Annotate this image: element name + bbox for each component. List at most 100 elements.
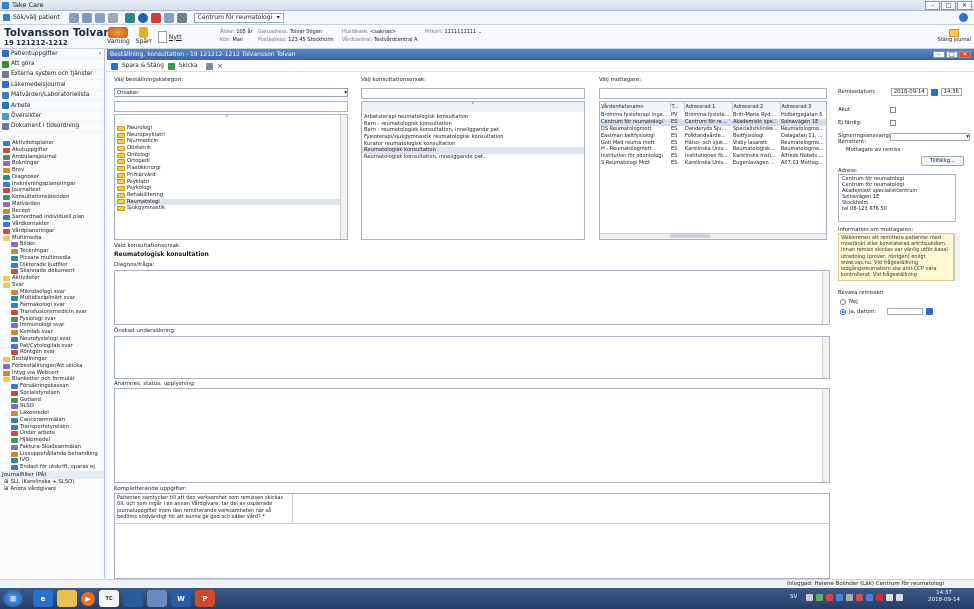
- tree-item[interactable]: Picsara multimedia: [3, 255, 104, 262]
- tree-item[interactable]: Socialstyrelsen: [3, 390, 104, 397]
- printer-icon[interactable]: [176, 12, 187, 23]
- tree-item[interactable]: Skannade dokument: [3, 268, 104, 275]
- tree-item[interactable]: Teckningar: [3, 248, 104, 255]
- tree-item[interactable]: Bokningar: [3, 160, 104, 167]
- tree-item[interactable]: Aktiviteter: [3, 275, 104, 282]
- category-folder[interactable]: Njurmedicin: [115, 138, 347, 145]
- category-folder[interactable]: Psykologi: [115, 185, 347, 192]
- info-scrollbar[interactable]: [954, 233, 960, 281]
- tree-item[interactable]: Livsuppehållande behandling: [3, 451, 104, 458]
- close-window-button[interactable]: ✕: [957, 1, 972, 10]
- sidebar-item[interactable]: Patientuppgifter ‹: [0, 49, 104, 60]
- tree-item[interactable]: Svar: [3, 282, 104, 289]
- category-folder[interactable]: Ortopedi: [115, 158, 347, 165]
- reason-item[interactable]: Arbetsterapi reumatologisk konsultation: [362, 114, 584, 121]
- tree-item[interactable]: Beställningar: [3, 356, 104, 363]
- tree-item[interactable]: Fysiologi svar: [3, 316, 104, 323]
- tray-icon[interactable]: [836, 594, 843, 601]
- clock[interactable]: 14:37 2018-09-14: [928, 590, 960, 604]
- takecare-icon[interactable]: TC: [99, 590, 119, 607]
- tree-item[interactable]: Läkemedel: [3, 410, 104, 417]
- category-folder[interactable]: Reumatologi: [115, 198, 347, 206]
- sidebar-item[interactable]: Dokument i tidsordning: [0, 122, 104, 133]
- expand-icon[interactable]: ⊞: [4, 486, 8, 493]
- reason-item[interactable]: Kurator reumatologisk konsultation: [362, 141, 584, 148]
- reason-filter-input[interactable]: [361, 88, 585, 99]
- warning-button[interactable]: Varning: [107, 27, 130, 45]
- category-folder[interactable]: Onkologi: [115, 152, 347, 159]
- table-row[interactable]: Eastman beltfysiologi ES Folktandvårde... B…: [600, 132, 826, 139]
- remiss-date-field[interactable]: 2018-09-14: [890, 88, 928, 96]
- category-folder[interactable]: Rehabilitering: [115, 192, 347, 199]
- no-radio[interactable]: [840, 299, 846, 305]
- refresh-icon[interactable]: [150, 12, 161, 23]
- form-minimize-button[interactable]: –: [933, 51, 945, 58]
- close-icon[interactable]: [107, 12, 118, 23]
- tray-icon[interactable]: [886, 594, 893, 601]
- tree-item[interactable]: Aktivitetsplaner: [3, 140, 104, 147]
- temporary-button[interactable]: Tillfällig...: [920, 156, 964, 166]
- tree-item[interactable]: Insknivningsplaneringar: [3, 181, 104, 188]
- tree-item[interactable]: Röntgen svar: [3, 349, 104, 356]
- tree-item[interactable]: Under arbete: [3, 430, 104, 437]
- column-header[interactable]: Adressrad 3: [780, 102, 826, 112]
- tree-item[interactable]: Neurofysiologi svar: [3, 336, 104, 343]
- column-header[interactable]: Vårdenhetsnamn: [600, 102, 671, 112]
- tree-item[interactable]: Vårdkontakter: [3, 221, 104, 228]
- tray-icon[interactable]: [856, 594, 863, 601]
- tree-item[interactable]: Farmakologi svar: [3, 302, 104, 309]
- tree-item[interactable]: Pat/Cytologilab svar: [3, 343, 104, 350]
- table-row[interactable]: Bromma fysioterapi Inga... PV Bromma fysio…: [600, 112, 826, 119]
- context-select[interactable]: Centrum för reumatologi ▾: [193, 12, 284, 23]
- recipient-hscrollbar[interactable]: [600, 233, 826, 239]
- tree-item[interactable]: IVO: [3, 457, 104, 464]
- tray-icon[interactable]: [816, 594, 823, 601]
- tree-item[interactable]: Bilder: [3, 241, 104, 248]
- word-icon[interactable]: W: [171, 590, 191, 607]
- tree-item[interactable]: Transfusionsmedicin svar: [3, 309, 104, 316]
- tree-item[interactable]: Mätvärden: [3, 201, 104, 208]
- tree-item[interactable]: Blanketter och formulär: [3, 376, 104, 383]
- category-folder[interactable]: Sjukgymnastik: [115, 205, 347, 212]
- minimize-button[interactable]: –: [925, 1, 940, 10]
- tree-item[interactable]: Cancerannmälan: [3, 417, 104, 424]
- tray-icon[interactable]: [806, 594, 813, 601]
- requested-exam-textarea[interactable]: [114, 336, 830, 379]
- diagnosis-textarea[interactable]: [114, 270, 830, 325]
- tree-item[interactable]: Intyg via Webcert: [3, 370, 104, 377]
- tree-item[interactable]: Brev: [3, 167, 104, 174]
- language-indicator[interactable]: SV: [790, 594, 797, 600]
- collapse-icon[interactable]: ‹: [99, 51, 101, 57]
- expand-icon[interactable]: ⊞: [4, 479, 8, 486]
- tray-icon[interactable]: [826, 594, 833, 601]
- tree-item[interactable]: Transportstyrelsen: [3, 424, 104, 431]
- volume-icon[interactable]: [896, 594, 903, 601]
- consent-answer-field[interactable]: [293, 494, 829, 524]
- start-button[interactable]: ⊞: [3, 590, 23, 607]
- journal-item[interactable]: ⊞ SLL (Karolinska + SLSO): [4, 479, 104, 486]
- category-folder[interactable]: Psykiatri: [115, 179, 347, 186]
- tree-item[interactable]: Kemlab svar: [3, 329, 104, 336]
- sidebar-item[interactable]: Arbete: [0, 101, 104, 112]
- spar-button[interactable]: Spärr: [136, 27, 152, 45]
- journal-filter[interactable]: Journalfilter (På): [0, 470, 104, 479]
- reason-item[interactable]: Barn - reumatologisk konsultation: [362, 121, 584, 128]
- tray-icon[interactable]: [866, 594, 873, 601]
- table-row[interactable]: Institution för odontologi ES Institutione…: [600, 153, 826, 160]
- calendar-icon[interactable]: [926, 308, 934, 315]
- tree-item[interactable]: Immunologi svar: [3, 322, 104, 329]
- tree-item[interactable]: Vårdplaneringar: [3, 228, 104, 235]
- reason-item[interactable]: Fysioterapi/sjukgymnastik reumatologisk …: [362, 134, 584, 141]
- anamnesis-textarea[interactable]: [114, 388, 830, 483]
- tree-item[interactable]: Recept: [3, 208, 104, 215]
- recipient-filter-input[interactable]: [599, 88, 827, 99]
- app-icon-3[interactable]: [147, 590, 167, 607]
- grid-icon[interactable]: [68, 12, 79, 23]
- calendar-icon[interactable]: [930, 88, 938, 96]
- table-row[interactable]: DS Reumatologmott ES Danderyds Sju... Speci…: [600, 126, 826, 133]
- tree-item[interactable]: Förbeställningar/Att skicka: [3, 363, 104, 370]
- remiss-time-field[interactable]: 14:36: [940, 88, 962, 96]
- table-row[interactable]: Centrum för reumatologi ES Centrum för re.…: [600, 118, 826, 126]
- tree-item[interactable]: Akutuppgifter: [3, 147, 104, 154]
- info-icon[interactable]: [137, 12, 148, 23]
